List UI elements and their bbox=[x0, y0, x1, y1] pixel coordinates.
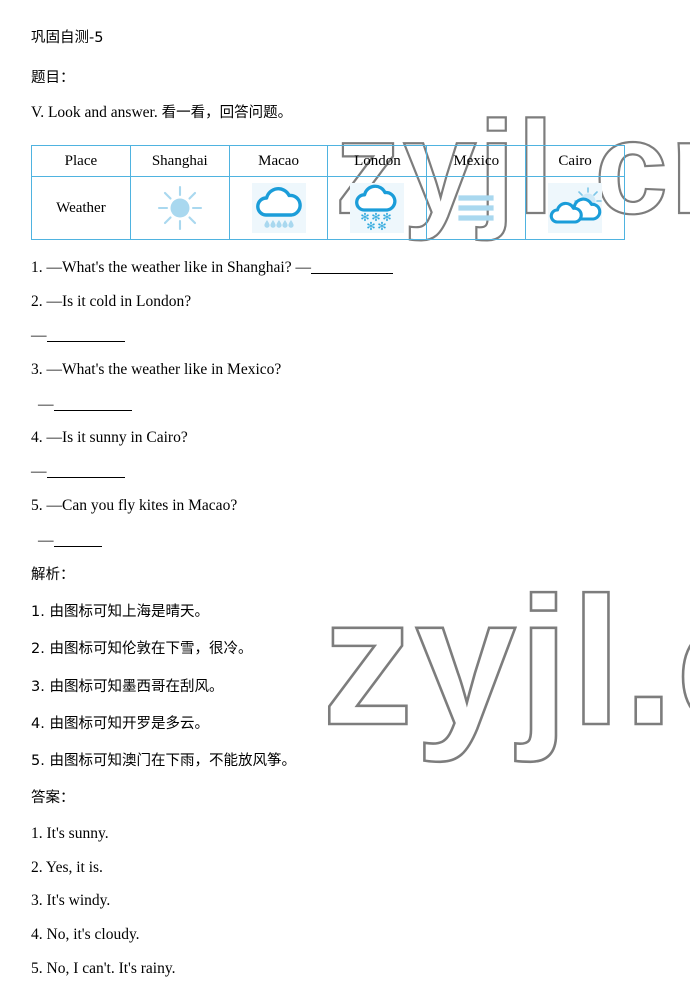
weather-cell-london: ✻ ✻ ✻ ✻ ✻ bbox=[327, 176, 428, 240]
sun-icon bbox=[153, 183, 207, 233]
question-1: 1. —What's the weather like in Shanghai?… bbox=[31, 259, 393, 278]
instruction-han: 看一看，回答问题。 bbox=[161, 105, 293, 121]
question-5: 5. —Can you fly kites in Macao? bbox=[31, 497, 237, 516]
question-5-blank[interactable] bbox=[53, 546, 102, 547]
table-row-label-weather: Weather bbox=[31, 176, 131, 240]
instruction-latin: V. Look and answer. bbox=[31, 104, 162, 121]
question-5-number: 5. bbox=[31, 497, 43, 514]
question-1-blank[interactable] bbox=[311, 273, 393, 274]
question-4-number: 4. bbox=[31, 429, 43, 446]
table-header-macao: Macao bbox=[228, 145, 329, 177]
question-4: 4. —Is it sunny in Cairo? bbox=[31, 429, 188, 448]
question-1-number: 1. bbox=[31, 259, 43, 276]
answer-item-5: 5. No, I can't. It's rainy. bbox=[31, 960, 176, 977]
question-3: 3. —What's the weather like in Mexico? bbox=[31, 361, 281, 380]
table-header-cairo: Cairo bbox=[525, 145, 625, 177]
answer-dash-5: — bbox=[38, 532, 54, 549]
analysis-item-5: 5. 由图标可知澳门在下雨，不能放风筝。 bbox=[31, 753, 296, 769]
analysis-item-1: 1. 由图标可知上海是晴天。 bbox=[31, 604, 209, 620]
answer-item-3: 3. It's windy. bbox=[31, 892, 111, 909]
answer-blank-3: — bbox=[38, 396, 132, 415]
question-2-blank[interactable] bbox=[46, 341, 125, 342]
wind-icon bbox=[449, 183, 503, 233]
prompt-label: 题目： bbox=[31, 70, 75, 86]
weather-cell-cairo bbox=[525, 176, 625, 240]
snow-cloud-icon: ✻ ✻ ✻ ✻ ✻ bbox=[350, 183, 405, 233]
question-2: 2. —Is it cold in London? bbox=[31, 293, 191, 312]
weather-cell-shanghai bbox=[129, 176, 230, 240]
question-4-blank[interactable] bbox=[46, 477, 125, 478]
weather-cell-mexico bbox=[426, 176, 527, 240]
question-5-text: —Can you fly kites in Macao? bbox=[46, 497, 238, 514]
table-header-place: Place bbox=[31, 145, 131, 177]
answer-blank-5: — bbox=[38, 532, 102, 551]
cloudy-sun-icon bbox=[548, 183, 603, 233]
answer-item-1: 1. It's sunny. bbox=[31, 825, 109, 842]
question-3-blank[interactable] bbox=[53, 410, 132, 411]
question-1-text: —What's the weather like in Shanghai? — bbox=[46, 259, 312, 276]
answers-title: 答案： bbox=[31, 790, 75, 806]
question-3-number: 3. bbox=[31, 361, 43, 378]
table-header-mexico: Mexico bbox=[426, 145, 527, 177]
table-header-shanghai: Shanghai bbox=[129, 145, 230, 177]
table-weather-row: Weather ✻ ✻ ✻ ✻ ✻ bbox=[31, 176, 625, 240]
watermark-bottom: zyjl.c bbox=[321, 558, 690, 765]
answer-dash-3: — bbox=[38, 396, 54, 413]
answer-blank-2: — bbox=[31, 327, 125, 346]
answer-item-4: 4. No, it's cloudy. bbox=[31, 926, 140, 943]
question-4-text: —Is it sunny in Cairo? bbox=[46, 429, 188, 446]
rain-cloud-icon bbox=[251, 183, 306, 233]
weather-cell-macao bbox=[228, 176, 329, 240]
svg-text:✻: ✻ bbox=[367, 220, 376, 233]
weather-table: Place Shanghai Macao London Mexico Cairo… bbox=[31, 145, 625, 240]
analysis-title: 解析： bbox=[31, 567, 75, 583]
instruction-text: V. Look and answer. 看一看，回答问题。 bbox=[31, 104, 292, 123]
page-title: 巩固自测-5 bbox=[31, 30, 104, 46]
answer-item-2: 2. Yes, it is. bbox=[31, 859, 103, 876]
svg-text:✻: ✻ bbox=[378, 220, 387, 233]
table-header-london: London bbox=[327, 145, 428, 177]
question-3-text: —What's the weather like in Mexico? bbox=[46, 361, 282, 378]
answer-dash-2: — bbox=[31, 327, 47, 344]
analysis-item-2: 2. 由图标可知伦敦在下雪，很冷。 bbox=[31, 641, 253, 657]
analysis-item-4: 4. 由图标可知开罗是多云。 bbox=[31, 716, 209, 732]
answer-blank-4: — bbox=[31, 463, 125, 482]
question-2-text: —Is it cold in London? bbox=[46, 293, 192, 310]
table-header-row: Place Shanghai Macao London Mexico Cairo bbox=[31, 145, 625, 177]
analysis-item-3: 3. 由图标可知墨西哥在刮风。 bbox=[31, 679, 224, 695]
answer-dash-4: — bbox=[31, 463, 47, 480]
question-2-number: 2. bbox=[31, 293, 43, 310]
